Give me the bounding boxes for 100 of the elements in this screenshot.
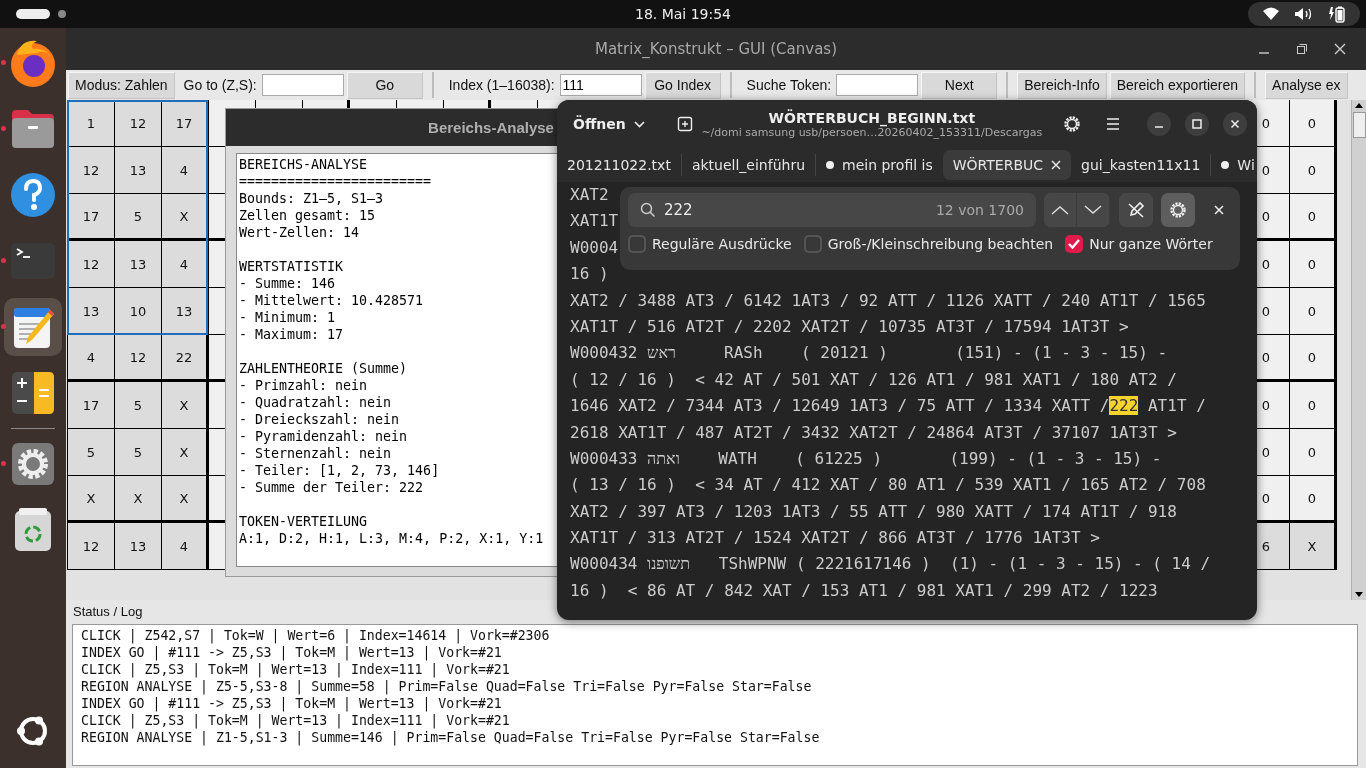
- grid-cell[interactable]: 5: [115, 194, 162, 241]
- clock[interactable]: 18. Mai 19:54: [613, 6, 753, 22]
- input-field[interactable]: [836, 74, 919, 96]
- input-field[interactable]: [261, 74, 344, 96]
- calculator-icon[interactable]: [10, 370, 56, 416]
- checkbox[interactable]: [628, 235, 646, 253]
- analysis-line: - Dreieckszahl: nein: [239, 411, 400, 428]
- editor-tab[interactable]: aktuell_einführu: [681, 150, 815, 180]
- grid-cell[interactable]: 0: [1290, 288, 1337, 335]
- log-line: CLICK | Z542,S7 | Tok=W | Wert=6 | Index=14614 | Vork=#2306: [81, 627, 551, 644]
- grid-cell[interactable]: 5: [115, 429, 162, 476]
- grid-cell[interactable]: X: [68, 476, 115, 523]
- grid-cell[interactable]: 13: [68, 288, 115, 335]
- input-field[interactable]: 111: [559, 74, 642, 96]
- toolbar-button[interactable]: Go: [346, 71, 423, 99]
- analysis-line: Wert-Zellen: 14: [239, 224, 360, 241]
- toolbar-button[interactable]: Go Index: [644, 71, 721, 99]
- menu-icon[interactable]: [1105, 117, 1121, 131]
- check-icon: [1067, 238, 1082, 250]
- grid-cell[interactable]: 0: [1290, 429, 1337, 476]
- grid-cell[interactable]: 0: [1290, 335, 1337, 382]
- toolbar-button[interactable]: Analyse ex: [1265, 71, 1348, 99]
- analysis-line: - Minimum: 1: [239, 309, 336, 326]
- help-icon[interactable]: [10, 172, 56, 218]
- log-line: INDEX GO | #111 -> Z5,S3 | Tok=M | Wert=13 | Vork=#21: [81, 644, 503, 661]
- caret-icon: [633, 120, 645, 128]
- grid-cell[interactable]: 0: [1290, 382, 1337, 429]
- grid-cell[interactable]: 22: [162, 335, 209, 382]
- grid-cell[interactable]: 10: [115, 288, 162, 335]
- close-icon[interactable]: [1223, 112, 1247, 136]
- settings-icon[interactable]: [10, 441, 56, 487]
- tab-label: WÖRTERBUC: [952, 157, 1044, 173]
- trash-icon[interactable]: [13, 507, 53, 553]
- editor-tab[interactable]: 201211022.txt: [557, 150, 681, 180]
- checkbox[interactable]: [1065, 235, 1084, 253]
- grid-cell[interactable]: 13: [162, 288, 209, 335]
- terminal-icon[interactable]: [10, 242, 56, 280]
- grid-cell[interactable]: 5: [68, 429, 115, 476]
- system-tray[interactable]: [1248, 2, 1360, 26]
- toolbar-button[interactable]: Bereich exportieren: [1109, 71, 1246, 99]
- grid-cell[interactable]: X: [162, 382, 209, 429]
- toolbar-button[interactable]: Next: [921, 71, 998, 99]
- grid-cell[interactable]: 17: [162, 100, 209, 147]
- grid-cell[interactable]: X: [1290, 523, 1337, 570]
- text-line: XAT2 / 3488 AT3 / 6142 1AT3 / 92 ATT / 1126 XATT / 240 AT1T / 1565: [570, 290, 1206, 310]
- editor-tab[interactable]: mein profil is: [816, 150, 943, 180]
- grid-cell[interactable]: 0: [1290, 194, 1337, 241]
- option-checkbox[interactable]: Reguläre Ausdrücke: [628, 235, 792, 253]
- window-title: Matrix_Konstrukt – GUI (Canvas): [595, 40, 837, 58]
- grid-cell[interactable]: X: [162, 476, 209, 523]
- grid-cell[interactable]: 17: [68, 194, 115, 241]
- settings-icon[interactable]: [1063, 115, 1081, 133]
- restore-icon[interactable]: [1296, 43, 1308, 55]
- grid-cell[interactable]: 13: [115, 523, 162, 570]
- grid-cell[interactable]: 0: [1290, 241, 1337, 288]
- grid-cell[interactable]: 13: [115, 147, 162, 194]
- grid-cell[interactable]: 12: [115, 100, 162, 147]
- close-tab-icon[interactable]: [1051, 160, 1062, 170]
- grid-cell[interactable]: 12: [68, 241, 115, 288]
- option-checkbox[interactable]: Nur ganze Wörter: [1065, 235, 1213, 253]
- field-label: Suche Token:: [745, 77, 833, 93]
- editor-tab[interactable]: WÖRTERBUC: [942, 150, 1072, 180]
- editor-tab[interactable]: gui_kasten11x11: [1071, 150, 1211, 180]
- maximize-icon[interactable]: [1185, 112, 1209, 136]
- scrollbar-thumb[interactable]: [1352, 112, 1366, 138]
- text-line: XAT2 / 397 AT3 / 1203 1AT3 / 55 ATT / 980 XATT / 174 AT1T / 918: [570, 501, 1177, 521]
- analysis-line: ========================: [239, 173, 432, 190]
- checkbox[interactable]: [803, 235, 822, 253]
- grid-cell[interactable]: 0: [1290, 100, 1337, 147]
- search-options-button[interactable]: [1161, 193, 1195, 227]
- search-icon: [640, 202, 656, 218]
- grid-cell[interactable]: 4: [162, 523, 209, 570]
- toolbar-button[interactable]: Bereich-Info: [1017, 71, 1107, 99]
- grid-cell[interactable]: X: [162, 429, 209, 476]
- folder-icon[interactable]: [10, 108, 56, 150]
- grid-cell[interactable]: 12: [68, 147, 115, 194]
- option-checkbox[interactable]: Groß-/Kleinschreibung beachten: [803, 235, 1054, 253]
- replace-toggle-button[interactable]: [1119, 193, 1153, 227]
- grid-cell[interactable]: X: [162, 194, 209, 241]
- scrollbar[interactable]: [1351, 100, 1366, 600]
- new-tab-icon[interactable]: [676, 116, 693, 132]
- grid-cell[interactable]: X: [115, 476, 162, 523]
- grid-cell[interactable]: 13: [115, 241, 162, 288]
- close-icon[interactable]: [1334, 43, 1346, 55]
- text-line: XAT1T: [570, 211, 619, 231]
- grid-cell[interactable]: 0: [1290, 476, 1337, 523]
- grid-cell[interactable]: 4: [162, 147, 209, 194]
- grid-cell[interactable]: 12: [115, 335, 162, 382]
- grid-cell[interactable]: 4: [162, 241, 209, 288]
- toolbar-button[interactable]: Modus: Zahlen: [68, 71, 175, 99]
- grid-cell[interactable]: 17: [68, 382, 115, 429]
- grid-cell[interactable]: 0: [1290, 147, 1337, 194]
- grid-cell[interactable]: 12: [68, 523, 115, 570]
- search-field[interactable]: 222 12 von 1700: [628, 193, 1036, 227]
- minimize-icon[interactable]: [1147, 112, 1171, 136]
- grid-cell[interactable]: 1: [68, 100, 115, 147]
- open-button[interactable]: Öffnen: [565, 112, 653, 136]
- analysis-line: - Maximum: 17: [239, 326, 344, 343]
- grid-cell[interactable]: 4: [68, 335, 115, 382]
- grid-cell[interactable]: 5: [115, 382, 162, 429]
